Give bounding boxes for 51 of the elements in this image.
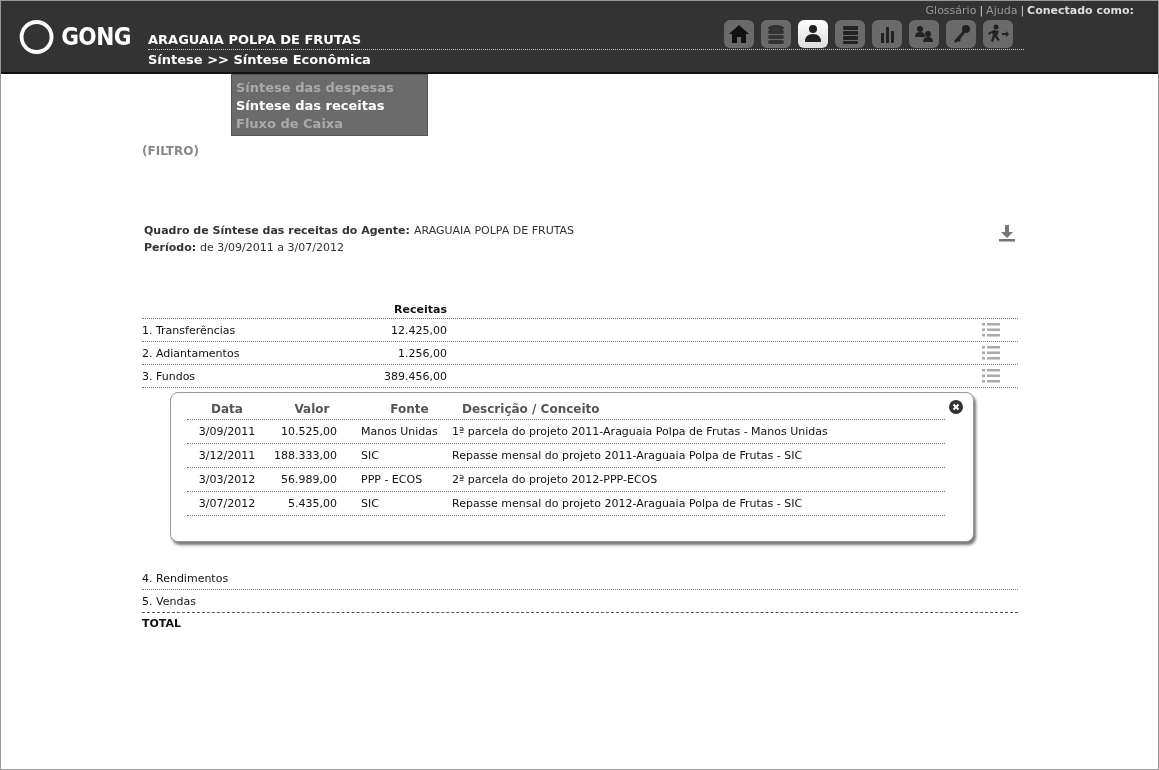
header-link[interactable]: Glossário	[925, 4, 977, 17]
download-icon[interactable]	[998, 224, 1016, 242]
period-label: Período:	[144, 241, 197, 254]
table-cell-text: PPP - ECOS	[360, 473, 424, 486]
column-header: Data	[210, 402, 244, 416]
row-label: 4. Rendimentos	[142, 571, 230, 585]
column-header: Fonte	[389, 402, 430, 416]
column-header: Descrição / Conceito	[462, 402, 601, 416]
user-label: Conectado como:	[1027, 4, 1134, 17]
total-label: TOTAL	[142, 616, 183, 630]
period-value: de 3/09/2011 a 3/07/2012	[200, 241, 344, 254]
row-value: 12.425,00	[390, 323, 447, 337]
summary-value: ARAGUAIA POLPA DE FRUTAS	[413, 224, 575, 237]
table-cell-text: 5.435,00	[287, 497, 337, 510]
submenu-item[interactable]: Fluxo de Caixa	[236, 115, 427, 133]
table-cell-text: SIC	[360, 497, 380, 510]
table-cell-text: 3/07/2012	[197, 497, 257, 510]
row-label: 1. Transferências	[142, 323, 237, 337]
table-cell-text: 10.525,00	[280, 425, 337, 438]
column-header: Valor	[293, 402, 331, 416]
row-label: 5. Vendas	[142, 594, 197, 608]
separator: |	[979, 4, 984, 17]
table-cell-text: 3/03/2012	[197, 473, 257, 486]
table-cell-text: 3/09/2011	[197, 425, 257, 438]
column-header: Receitas	[393, 302, 447, 316]
table-cell-text: 3/12/2011	[197, 449, 257, 462]
row-value: 389.456,00	[383, 369, 447, 383]
filter-link[interactable]: (FILTRO)	[142, 144, 1018, 158]
table-cell-text: 1ª parcela do projeto 2011-Araguaia Polpa de Frutas - Manos Unidas	[452, 425, 829, 438]
submenu-item[interactable]: Síntese das receitas	[236, 97, 427, 115]
row-label: 3. Fundos	[142, 369, 197, 383]
logo-text: GONG	[61, 23, 131, 51]
table-cell-text: SIC	[360, 449, 380, 462]
row-label: 2. Adiantamentos	[142, 346, 241, 360]
header-link[interactable]: Ajuda	[986, 4, 1018, 17]
list-icon[interactable]	[982, 345, 1000, 361]
table-cell-text: Repasse mensal do projeto 2011-Araguaia Polpa de Frutas - SIC	[452, 449, 804, 462]
row-value: 1.256,00	[397, 346, 447, 360]
summary-label: Quadro de Síntese das receitas do Agente:	[144, 224, 410, 237]
toolbar-button[interactable]	[798, 20, 828, 48]
list-icon[interactable]	[982, 368, 1000, 384]
table-cell-text: Manos Unidas	[360, 425, 439, 438]
close-icon[interactable]	[949, 400, 963, 414]
table-cell-text: Repasse mensal do projeto 2012-Araguaia Polpa de Frutas - SIC	[452, 497, 804, 510]
submenu-item[interactable]: Síntese das despesas	[236, 79, 427, 97]
separator: |	[1020, 4, 1025, 17]
table-cell-text: 56.989,00	[280, 473, 337, 486]
breadcrumb: Síntese >> Síntese Econômica	[148, 51, 372, 67]
list-icon[interactable]	[982, 322, 1000, 338]
table-cell-text: 2ª parcela do projeto 2012-PPP-ECOS	[452, 473, 659, 486]
table-cell-text: 188.333,00	[273, 449, 337, 462]
